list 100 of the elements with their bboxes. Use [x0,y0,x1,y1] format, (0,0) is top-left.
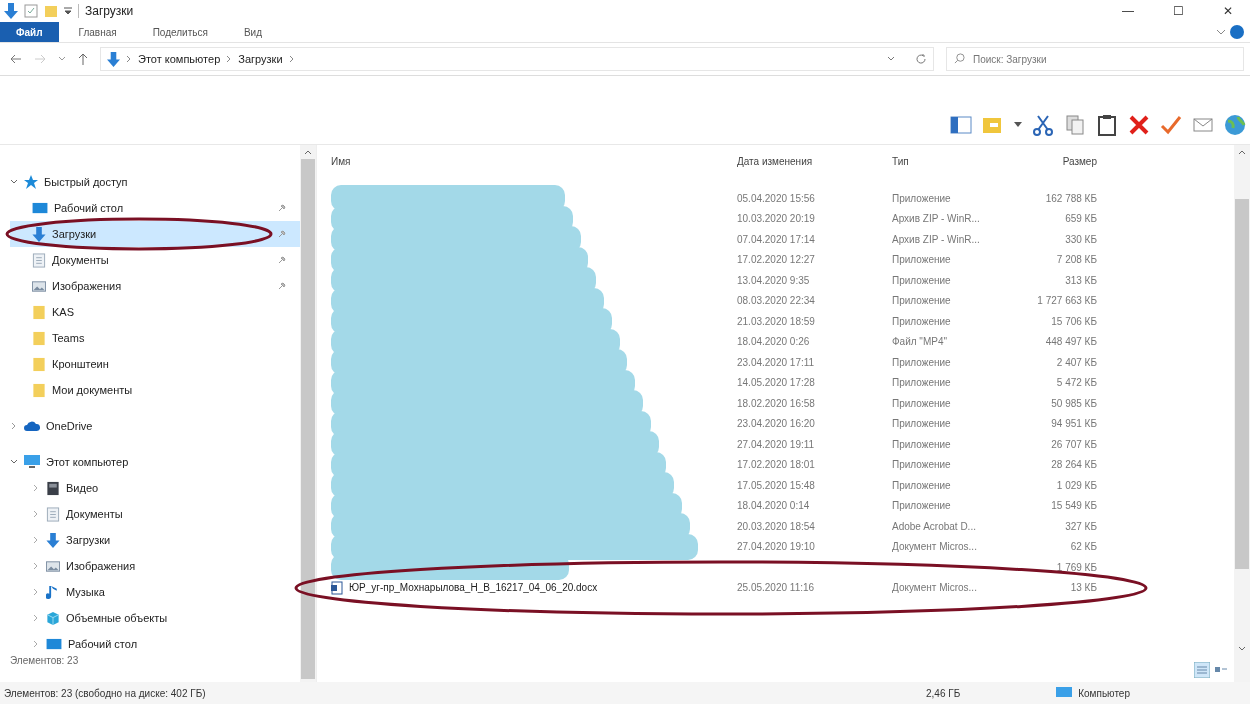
table-cell: Приложение [892,274,951,286]
search-field[interactable]: Поиск: Загрузки [946,47,1244,71]
scissors-icon[interactable] [1032,114,1054,136]
music-note-icon [46,584,60,600]
chevron-right-icon [288,55,295,63]
table-cell: Приложение [892,192,951,204]
ribbon-tab[interactable]: Поделиться [136,22,224,42]
expand-chevron-icon[interactable] [10,179,18,185]
sidebar-item[interactable]: Документы [10,247,300,273]
file-name[interactable]: ЮР_уг-пр_Мохнарылова_Н_В_16217_04_06_20.docx [349,582,598,594]
status-text: Компьютер [1078,687,1130,699]
scrollbar-thumb[interactable] [1235,199,1249,569]
column-header[interactable]: Имя [331,155,721,167]
scrollbar-thumb[interactable] [301,159,315,679]
item-count: Элементов: 23 [10,655,80,666]
table-cell: 15 706 КБ [1051,315,1097,327]
expand-chevron-icon[interactable] [10,459,18,465]
pin-icon[interactable] [278,256,286,264]
caret-icon[interactable] [887,56,895,62]
properties-icon[interactable] [24,4,38,18]
sidebar-item[interactable]: Документы [10,501,300,527]
forward-arrow-icon[interactable] [34,54,46,64]
sidebar-item[interactable]: Загрузки [10,527,300,553]
chevron-right-icon [126,55,132,63]
column-header[interactable]: Размер [1017,155,1097,167]
status-text: 2,46 ГБ [926,687,961,699]
table-cell: 17.05.2020 15:48 [737,479,815,491]
pin-icon[interactable] [278,282,286,290]
back-arrow-icon[interactable] [10,54,22,64]
download-icon [107,51,120,67]
sidebar-item[interactable]: KAS [10,299,300,325]
column-header[interactable]: Тип [892,155,1017,167]
pin-icon[interactable] [278,230,286,238]
table-cell: Приложение [892,254,951,266]
caret-icon[interactable] [1014,122,1022,128]
window-control[interactable]: ✕ [1206,0,1250,22]
sidebar-item[interactable]: Мои документы [10,377,300,403]
pin-icon[interactable] [278,204,286,212]
sidebar-item[interactable]: Изображения [10,553,300,579]
delete-icon[interactable] [1128,114,1150,136]
checkmark-icon[interactable] [1160,114,1182,136]
sidebar-item[interactable]: Этот компьютер [46,456,129,468]
cube-icon [46,610,60,626]
up-arrow-icon[interactable] [78,53,88,65]
document-icon [32,252,46,268]
sidebar-item[interactable]: Изображения [10,273,300,299]
download-icon [4,3,18,19]
table-cell: 17.02.2020 12:27 [737,254,815,266]
table-cell: Adobe Acrobat D... [892,520,976,532]
sidebar-item[interactable]: Видео [10,475,300,501]
monitor-icon [46,637,62,651]
scroll-up-icon[interactable] [304,149,312,155]
ribbon-tab[interactable]: Главная [62,22,133,42]
sidebar-item[interactable]: Музыка [10,579,300,605]
folder-icon [32,330,46,346]
details-view-icon[interactable] [1194,662,1210,678]
table-cell: 7 208 КБ [1056,254,1097,266]
paste-icon[interactable] [1096,114,1118,136]
table-cell: Документ Micros... [892,541,977,553]
ribbon-tab[interactable]: Вид [227,22,278,42]
breadcrumb[interactable]: Этот компьютер [138,53,221,65]
window-control[interactable]: — [1106,0,1150,22]
sidebar-item[interactable]: Кронштеин [10,351,300,377]
sidebar-item[interactable]: Быстрый доступ [44,176,128,188]
table-cell: Архив ZIP - WinR... [892,233,980,245]
table-cell: 14.05.2020 17:28 [737,377,815,389]
window-title: Загрузки [85,4,134,18]
sidebar-item[interactable]: Рабочий стол [10,631,300,657]
monitor-icon [1056,687,1073,699]
chevron-icon[interactable] [1216,29,1226,35]
scroll-down-icon[interactable] [1238,646,1246,652]
panel-icon[interactable] [950,114,972,136]
breadcrumb[interactable]: Загрузки [238,53,283,65]
globe-icon[interactable] [1224,114,1246,136]
sidebar-item[interactable]: Teams [10,325,300,351]
table-cell: 13 КБ [1070,582,1097,594]
expand-chevron-icon[interactable] [10,422,18,430]
sidebar-item[interactable]: Объемные объекты [10,605,300,631]
window-control[interactable]: ☐ [1156,0,1200,22]
copy-icon[interactable] [1064,114,1086,136]
table-cell: 50 985 КБ [1051,397,1097,409]
table-cell: 330 КБ [1065,233,1097,245]
folder-icon [32,356,46,372]
sidebar-item[interactable]: Рабочий стол [10,195,300,221]
column-header[interactable]: Дата изменения [721,155,892,167]
help-icon[interactable] [1230,25,1244,39]
sidebar-item[interactable]: OneDrive [46,420,93,432]
table-cell: Архив ZIP - WinR... [892,213,980,225]
ribbon-tab[interactable]: Файл [0,22,59,42]
dropdown-icon[interactable] [64,7,72,15]
folder-icon[interactable] [44,4,58,18]
address-bar[interactable]: Этот компьютер Загрузки [100,47,934,71]
refresh-icon[interactable] [915,53,927,65]
folder-icon [32,304,46,320]
table-cell: 327 КБ [1065,520,1097,532]
monitor-icon [32,201,48,215]
table-cell: 08.03.2020 22:34 [737,295,815,307]
table-cell: Приложение [892,479,951,491]
table-cell: 1 029 КБ [1056,479,1097,491]
scroll-up-icon[interactable] [1238,149,1246,155]
